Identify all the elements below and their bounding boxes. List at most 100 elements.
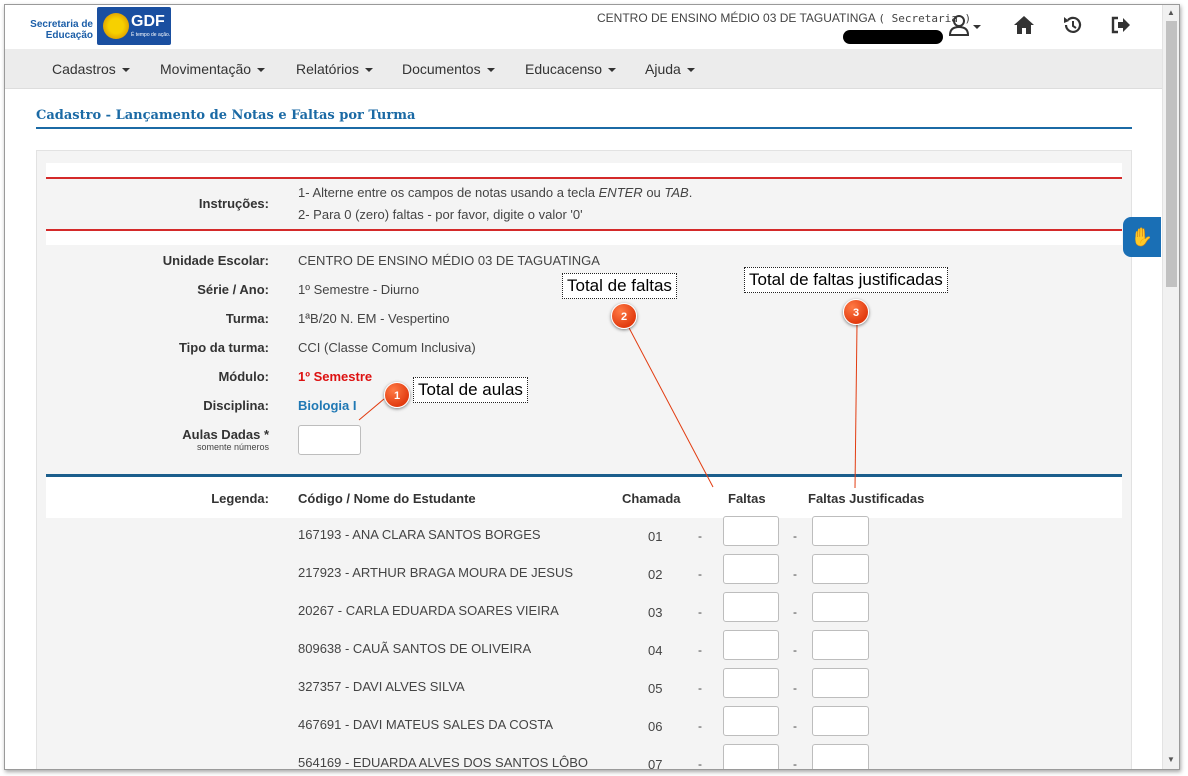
turma-label: Turma: <box>225 311 269 326</box>
faltas-justificadas-input[interactable] <box>812 706 869 736</box>
chevron-down-icon <box>686 68 695 73</box>
serie-value: 1º Semestre - Diurno <box>298 282 420 297</box>
student-chamada: 07 <box>648 757 663 770</box>
student-chamada: 05 <box>648 681 663 696</box>
menu-movimentacao-label: Movimentação <box>160 61 252 77</box>
history-button[interactable] <box>1062 15 1084 41</box>
aulas-dadas-input[interactable] <box>298 425 361 455</box>
dash-separator: - <box>793 681 797 695</box>
unidade-value: CENTRO DE ENSINO MÉDIO 03 DE TAGUATINGA <box>298 253 600 268</box>
panel-mid-strip <box>46 231 1122 245</box>
disciplina-value: Biologia I <box>298 398 357 413</box>
home-icon <box>1014 16 1034 34</box>
dash-separator: - <box>698 757 702 770</box>
faltas-input[interactable] <box>723 516 779 546</box>
menu-movimentacao[interactable]: Movimentação <box>160 61 266 77</box>
dash-separator: - <box>698 529 702 543</box>
form-panel: Instruções: 1- Alterne entre os campos d… <box>36 150 1132 770</box>
dash-separator: - <box>698 605 702 619</box>
student-name: 217923 - ARTHUR BRAGA MOURA DE JESUS <box>298 565 574 580</box>
student-name: 327357 - DAVI ALVES SILVA <box>298 679 465 694</box>
page-title: Cadastro - Lançamento de Notas e Faltas … <box>36 108 416 123</box>
faltas-input[interactable] <box>723 668 779 698</box>
accessibility-button[interactable]: ✋ <box>1123 217 1161 257</box>
faltas-justificadas-input[interactable] <box>812 554 869 584</box>
menu-relatorios[interactable]: Relatórios <box>296 61 374 77</box>
instructions-label: Instruções: <box>198 196 269 211</box>
dash-separator: - <box>793 567 797 581</box>
dash-separator: - <box>793 643 797 657</box>
faltas-justificadas-input[interactable] <box>812 592 869 622</box>
faltas-input[interactable] <box>723 706 779 736</box>
menu-educacenso-label: Educacenso <box>525 61 603 77</box>
title-divider <box>36 127 1132 129</box>
col-header-nome: Código / Nome do Estudante <box>298 491 476 506</box>
chevron-down-icon <box>365 68 374 73</box>
gdf-logo[interactable]: GDF É tempo de ação. <box>97 7 171 45</box>
instruction-enter-key: ENTER <box>598 185 643 200</box>
legenda-label: Legenda: <box>211 491 269 506</box>
student-chamada: 01 <box>648 529 663 544</box>
faltas-input[interactable] <box>723 592 779 622</box>
dash-separator: - <box>793 719 797 733</box>
dash-separator: - <box>698 643 702 657</box>
vertical-scrollbar[interactable]: ▲ ▼ <box>1162 5 1179 769</box>
header-school-text: CENTRO DE ENSINO MÉDIO 03 DE TAGUATINGA <box>597 11 876 25</box>
menu-ajuda[interactable]: Ajuda <box>645 61 695 77</box>
home-button[interactable] <box>1013 15 1035 41</box>
menu-educacenso[interactable]: Educacenso <box>525 61 617 77</box>
dash-separator: - <box>698 719 702 733</box>
instruction-tab-key: TAB <box>664 185 689 200</box>
faltas-input[interactable] <box>723 630 779 660</box>
instruction-line-1-text: 1- Alterne entre os campos de notas usan… <box>298 185 599 200</box>
faltas-justificadas-input[interactable] <box>812 744 869 769</box>
logout-button[interactable] <box>1110 15 1132 41</box>
scroll-up-icon[interactable]: ▲ <box>1167 8 1175 17</box>
student-chamada: 06 <box>648 719 663 734</box>
modulo-value: 1º Semestre <box>298 369 373 384</box>
faltas-justificadas-input[interactable] <box>812 668 869 698</box>
menu-cadastros[interactable]: Cadastros <box>52 61 130 77</box>
serie-label: Série / Ano: <box>197 282 269 297</box>
main-menu: Cadastros Movimentação Relatórios Docume… <box>5 49 1162 89</box>
student-chamada: 02 <box>648 567 663 582</box>
student-name: 167193 - ANA CLARA SANTOS BORGES <box>298 527 541 542</box>
col-header-chamada: Chamada <box>622 491 681 506</box>
dash-separator: - <box>793 757 797 770</box>
sign-language-icon: ✋ <box>1130 227 1154 247</box>
table-header-rule <box>46 515 1122 518</box>
aulas-dadas-hint: somente números <box>196 442 269 452</box>
user-menu-button[interactable] <box>948 15 981 43</box>
student-name: 467691 - DAVI MATEUS SALES DA COSTA <box>298 717 554 732</box>
instruction-line-1-end: . <box>688 185 693 200</box>
tipo-turma-value: CCI (Classe Comum Inclusiva) <box>298 340 476 355</box>
secretaria-logo[interactable]: Secretaria de Educação <box>23 19 93 41</box>
student-name: 564169 - EDUARDA ALVES DOS SANTOS LÔBO <box>298 755 588 770</box>
faltas-justificadas-input[interactable] <box>812 516 869 546</box>
redacted-username <box>843 30 943 44</box>
unidade-label: Unidade Escolar: <box>162 253 269 268</box>
instructions-top-rule <box>46 177 1122 179</box>
dash-separator: - <box>698 567 702 581</box>
faltas-input[interactable] <box>723 744 779 769</box>
student-name: 20267 - CARLA EDUARDA SOARES VIEIRA <box>298 603 559 618</box>
scroll-down-icon[interactable]: ▼ <box>1167 755 1175 764</box>
callout-badge-2: 2 <box>611 303 637 329</box>
dash-separator: - <box>698 681 702 695</box>
top-header: Secretaria de Educação GDF É tempo de aç… <box>5 5 1162 49</box>
faltas-justificadas-input[interactable] <box>812 630 869 660</box>
callout-total-justificadas: Total de faltas justificadas <box>744 267 948 293</box>
scroll-thumb[interactable] <box>1166 21 1177 287</box>
panel-top-strip <box>46 163 1122 177</box>
student-chamada: 04 <box>648 643 663 658</box>
menu-documentos[interactable]: Documentos <box>402 61 495 77</box>
tipo-turma-label: Tipo da turma: <box>178 340 269 355</box>
faltas-input[interactable] <box>723 554 779 584</box>
dash-separator: - <box>793 529 797 543</box>
turma-value: 1ªB/20 N. EM - Vespertino <box>298 311 450 326</box>
dash-separator: - <box>793 605 797 619</box>
menu-cadastros-label: Cadastros <box>52 61 116 77</box>
callout-badge-3: 3 <box>843 299 869 325</box>
callout-badge-1: 1 <box>384 382 410 408</box>
chevron-down-icon <box>257 68 266 73</box>
